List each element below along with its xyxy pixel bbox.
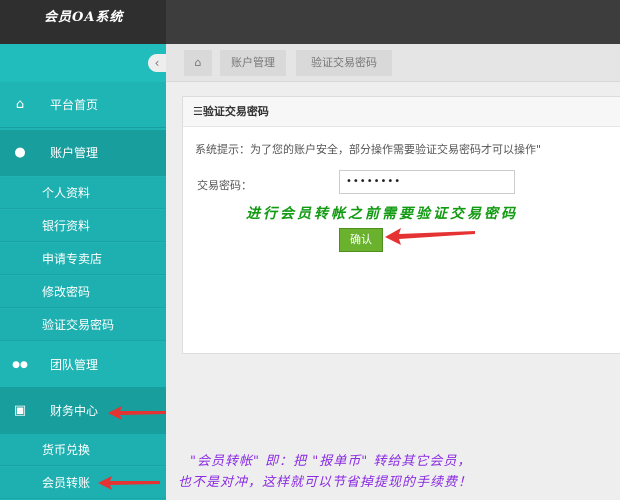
- user-icon: ●: [14, 145, 26, 160]
- home-icon: ⌂: [194, 56, 202, 69]
- confirm-button[interactable]: 确认: [339, 228, 383, 252]
- sidebar-subitem-bank[interactable]: 银行资料: [0, 210, 166, 242]
- sidebar: ‹ ⌂ 平台首页 ● 账户管理 个人资料 银行资料 申请专卖店 修改密码 验证交…: [0, 44, 166, 500]
- annotation-purple-2: 也不是对冲，这样就可以节省掉提现的手续费！: [178, 475, 473, 490]
- sidebar-item-home[interactable]: ⌂ 平台首页: [0, 82, 166, 128]
- annotation-green: 进行会员转帐之前需要验证交易密码: [246, 206, 518, 222]
- sidebar-collapse-bar: ‹: [0, 44, 166, 82]
- sidebar-item-account[interactable]: ● 账户管理: [0, 130, 166, 176]
- arrow-left-icon: [98, 476, 160, 490]
- trade-password-label: 交易密码：: [197, 179, 252, 192]
- arrow-left-icon: [385, 228, 475, 245]
- main-content: ⌂ 账户管理 验证交易密码 ☰验证交易密码 系统提示：为了您的账户安全，部分操作…: [166, 44, 620, 500]
- home-icon: ⌂: [15, 97, 25, 112]
- arrow-left-icon: [108, 406, 166, 420]
- sidebar-item-label: 平台首页: [50, 98, 99, 112]
- sidebar-subitem-password[interactable]: 修改密码: [0, 276, 166, 308]
- annotation-purple-1: "会员转帐" 即：把 "报单币" 转给其它会员，: [190, 454, 472, 469]
- sidebar-subitem-store[interactable]: 申请专卖店: [0, 243, 166, 275]
- breadcrumb-item-current: 验证交易密码: [296, 50, 392, 76]
- sidebar-subitem-exchange[interactable]: 货币兑换: [0, 434, 166, 466]
- system-tip: 系统提示：为了您的账户安全，部分操作需要验证交易密码才可以操作": [195, 143, 542, 156]
- sidebar-subitem-verify[interactable]: 验证交易密码: [0, 309, 166, 341]
- breadcrumb-home[interactable]: ⌂: [184, 50, 212, 76]
- breadcrumb-item-account[interactable]: 账户管理: [220, 50, 286, 76]
- collapse-sidebar-button[interactable]: ‹: [148, 54, 166, 72]
- breadcrumb: ⌂ 账户管理 验证交易密码: [166, 44, 620, 82]
- chevron-left-icon: ‹: [154, 56, 160, 70]
- money-icon: ▣: [13, 403, 27, 418]
- app-title: 会员OA系统: [0, 0, 166, 44]
- trade-password-input[interactable]: ••••••••: [339, 170, 515, 194]
- panel-title: ☰验证交易密码: [183, 97, 620, 127]
- sidebar-item-label: 账户管理: [50, 146, 99, 160]
- sidebar-subitem-profile[interactable]: 个人资料: [0, 177, 166, 209]
- users-icon: ●●: [12, 360, 28, 370]
- sidebar-item-label: 团队管理: [50, 358, 99, 372]
- sidebar-item-label: 财务中心: [50, 404, 99, 418]
- sidebar-item-team[interactable]: ●● 团队管理: [0, 342, 166, 388]
